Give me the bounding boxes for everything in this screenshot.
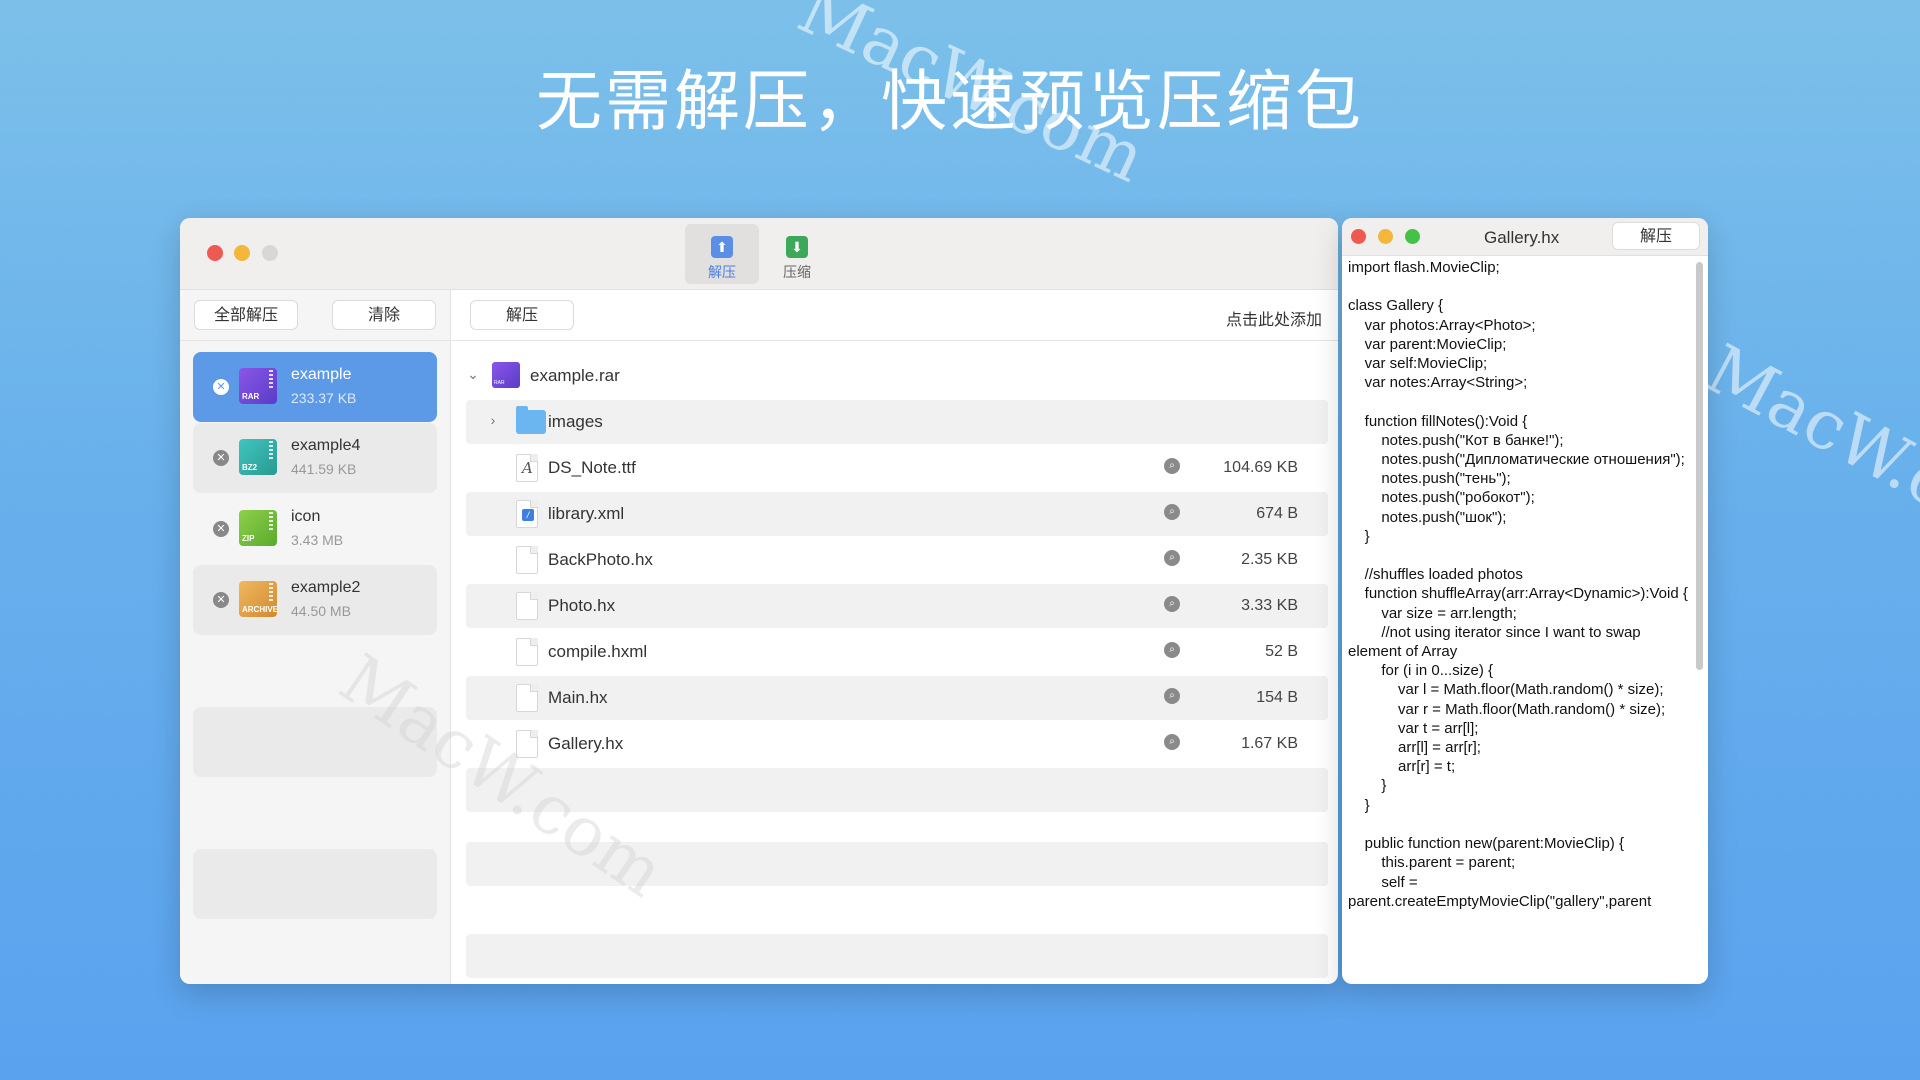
- file-size: 2.35 KB: [1241, 551, 1298, 568]
- clear-button[interactable]: 清除: [332, 300, 436, 330]
- add-files-link[interactable]: 点击此处添加: [1226, 306, 1322, 330]
- archive-item-example4[interactable]: ✕ BZ2 example4 441.59 KB: [193, 423, 437, 493]
- archive-size: 233.37 KB: [291, 390, 357, 406]
- file-name: example.rar: [530, 366, 620, 385]
- divider: [180, 340, 450, 341]
- preview-magnifier-icon[interactable]: ⌕: [1164, 504, 1180, 520]
- remove-icon[interactable]: ✕: [213, 379, 229, 395]
- document-icon: [516, 638, 538, 666]
- code-preview: import flash.MovieClip; class Gallery { …: [1348, 259, 1688, 910]
- chevron-down-icon[interactable]: ⌄: [466, 366, 480, 383]
- archive-size: 3.43 MB: [291, 532, 344, 548]
- file-name: DS_Note.ttf: [548, 458, 636, 477]
- archive-root-row[interactable]: ⌄ RAR example.rar: [466, 354, 1328, 398]
- file-name: BackPhoto.hx: [548, 550, 653, 569]
- preview-magnifier-icon[interactable]: ⌕: [1164, 596, 1180, 612]
- chevron-right-icon[interactable]: ›: [486, 412, 500, 428]
- preview-title: Gallery.hx: [1484, 228, 1560, 247]
- archive-name: example2: [291, 579, 361, 596]
- extract-all-button[interactable]: 全部解压: [194, 300, 298, 330]
- file-name: compile.hxml: [548, 642, 648, 661]
- bz2-archive-icon: BZ2: [239, 439, 277, 475]
- preview-title-bar: Gallery.hx 解压: [1342, 218, 1708, 256]
- file-name: library.xml: [548, 504, 625, 523]
- archive-name: icon: [291, 508, 321, 525]
- scrollbar[interactable]: [1694, 258, 1704, 980]
- preview-magnifier-icon[interactable]: ⌕: [1164, 688, 1180, 704]
- generic-archive-icon: ARCHIVE: [239, 581, 278, 617]
- main-window: ⬆ 解压 ⬇ 压缩 全部解压 清除 ✕ RAR example 233.37 K…: [180, 218, 1338, 984]
- remove-icon[interactable]: ✕: [213, 521, 229, 537]
- file-size: 52 B: [1265, 643, 1298, 660]
- rar-archive-icon: RAR: [492, 362, 520, 388]
- preview-magnifier-icon[interactable]: ⌕: [1164, 642, 1180, 658]
- file-size: 674 B: [1256, 505, 1298, 522]
- file-row[interactable]: BackPhoto.hx ⌕ 2.35 KB: [466, 538, 1328, 582]
- file-row[interactable]: / library.xml ⌕ 674 B: [466, 492, 1328, 536]
- file-name: Main.hx: [548, 688, 608, 707]
- minimize-window-button[interactable]: [234, 245, 250, 261]
- preview-magnifier-icon[interactable]: ⌕: [1164, 550, 1180, 566]
- file-name: Photo.hx: [548, 596, 616, 615]
- file-size: 1.67 KB: [1241, 735, 1298, 752]
- rar-archive-icon: RAR: [239, 368, 277, 404]
- document-icon: [516, 684, 538, 712]
- archive-name: example: [291, 366, 352, 383]
- extract-icon: ⬆: [711, 236, 733, 258]
- extract-button[interactable]: 解压: [470, 300, 574, 330]
- zip-archive-icon: ZIP: [239, 510, 277, 546]
- empty-row: [466, 934, 1328, 978]
- file-row[interactable]: compile.hxml ⌕ 52 B: [466, 630, 1328, 674]
- file-row[interactable]: A DS_Note.ttf ⌕ 104.69 KB: [466, 446, 1328, 490]
- scrollbar-thumb[interactable]: [1696, 262, 1703, 670]
- empty-slot: [193, 849, 437, 919]
- document-icon: [516, 592, 538, 620]
- document-icon: [516, 546, 538, 574]
- close-window-button[interactable]: [1351, 229, 1366, 244]
- toolbar-compress-tab[interactable]: ⬇ 压缩: [760, 224, 834, 284]
- minimize-window-button[interactable]: [1378, 229, 1393, 244]
- file-row[interactable]: Main.hx ⌕ 154 B: [466, 676, 1328, 720]
- archive-name: example4: [291, 437, 361, 454]
- file-size: 104.69 KB: [1223, 459, 1298, 476]
- archive-item-example[interactable]: ✕ RAR example 233.37 KB: [193, 352, 437, 422]
- zoom-window-button[interactable]: [1405, 229, 1420, 244]
- font-file-icon: A: [516, 454, 538, 482]
- folder-icon: [516, 406, 546, 434]
- preview-magnifier-icon[interactable]: ⌕: [1164, 734, 1180, 750]
- file-name: Gallery.hx: [548, 734, 624, 753]
- xml-file-icon: /: [516, 500, 538, 528]
- file-row[interactable]: Photo.hx ⌕ 3.33 KB: [466, 584, 1328, 628]
- archive-sidebar: 全部解压 清除 ✕ RAR example 233.37 KB ✕ BZ2 ex…: [180, 290, 451, 984]
- archive-item-example2[interactable]: ✕ ARCHIVE example2 44.50 MB: [193, 565, 437, 635]
- divider: [452, 340, 1338, 341]
- close-window-button[interactable]: [207, 245, 223, 261]
- preview-window: Gallery.hx 解压 import flash.MovieClip; cl…: [1342, 218, 1708, 984]
- file-row[interactable]: Gallery.hx ⌕ 1.67 KB: [466, 722, 1328, 766]
- archive-size: 441.59 KB: [291, 461, 357, 477]
- toolbar-extract-tab[interactable]: ⬆ 解压: [685, 224, 759, 284]
- archive-size: 44.50 MB: [291, 603, 351, 619]
- archive-item-icon[interactable]: ✕ ZIP icon 3.43 MB: [193, 494, 437, 564]
- remove-icon[interactable]: ✕: [213, 450, 229, 466]
- watermark: MacW.com: [1692, 330, 1920, 575]
- file-size: 154 B: [1256, 689, 1298, 706]
- toolbar-extract-label: 解压: [708, 265, 736, 281]
- compress-icon: ⬇: [786, 236, 808, 258]
- zoom-window-button[interactable]: [262, 245, 278, 261]
- preview-extract-button[interactable]: 解压: [1612, 222, 1700, 250]
- preview-magnifier-icon[interactable]: ⌕: [1164, 458, 1180, 474]
- folder-row[interactable]: › images: [466, 400, 1328, 444]
- file-size: 3.33 KB: [1241, 597, 1298, 614]
- title-bar: ⬆ 解压 ⬇ 压缩: [180, 218, 1338, 290]
- folder-name: images: [548, 412, 603, 431]
- remove-icon[interactable]: ✕: [213, 592, 229, 608]
- toolbar-compress-label: 压缩: [783, 265, 811, 281]
